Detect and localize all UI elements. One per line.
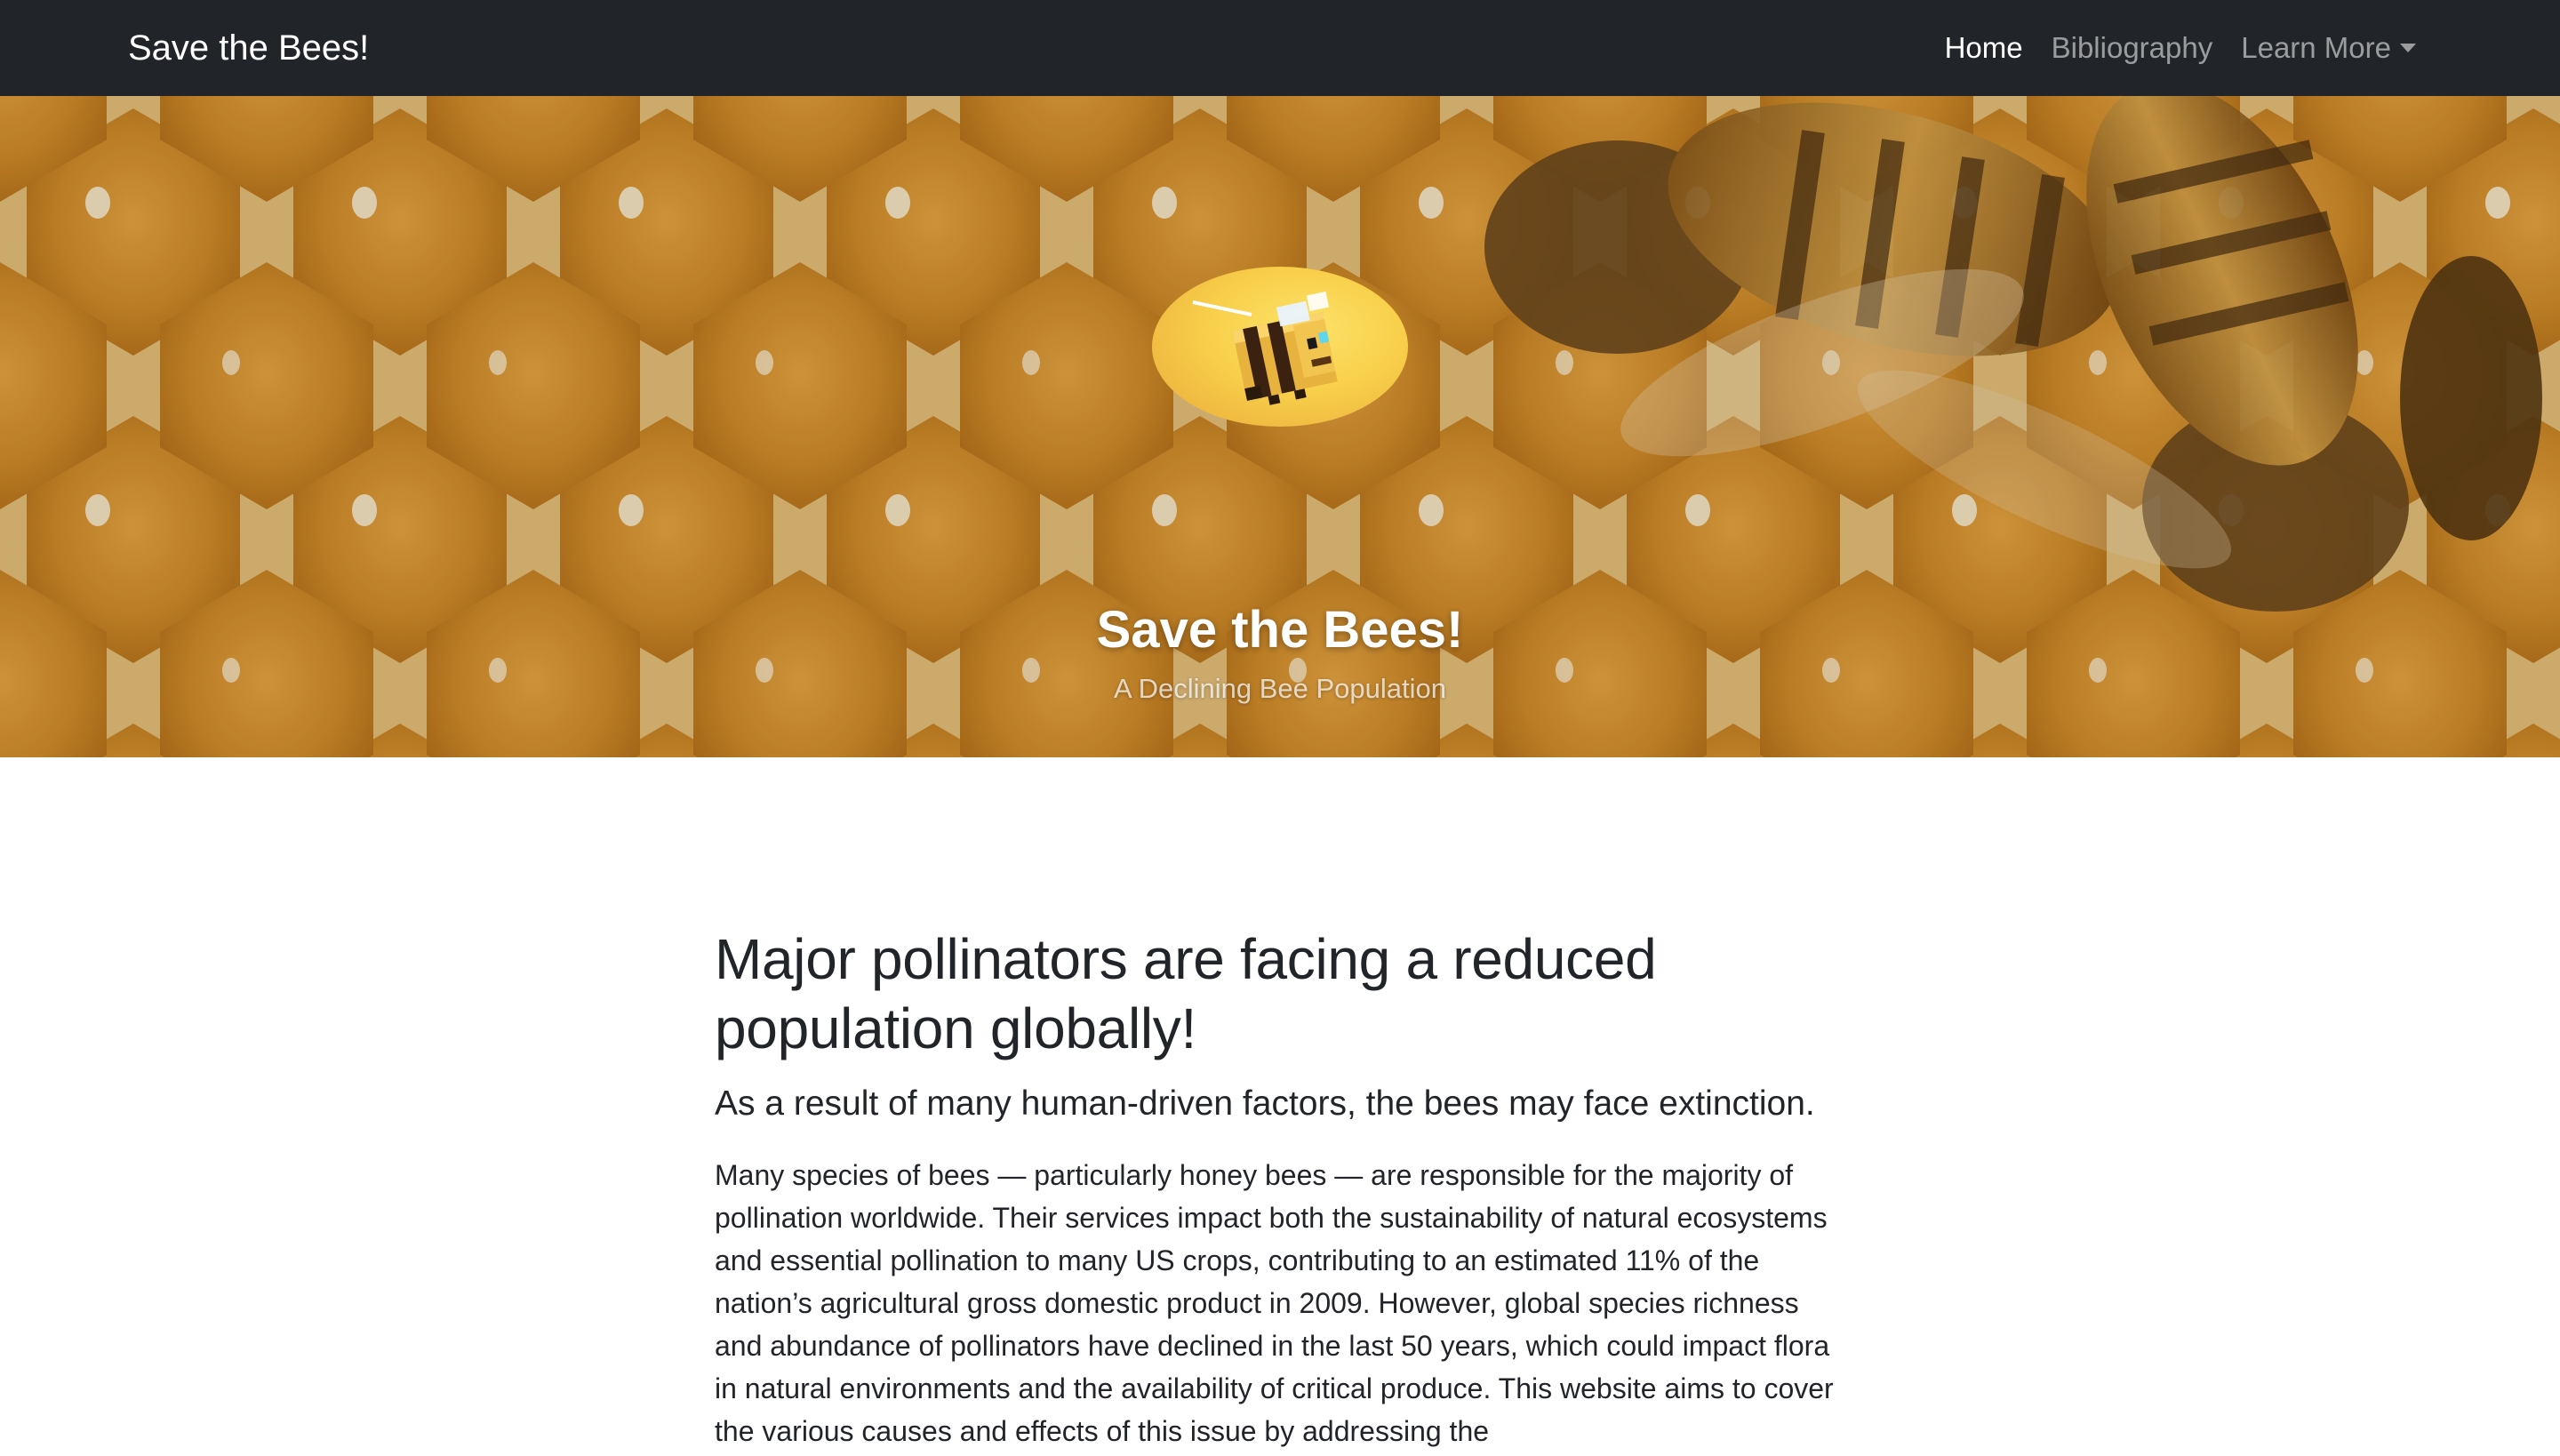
hero-banner: Save the Bees! A Declining Bee Populatio… <box>0 96 2560 757</box>
hero-title: Save the Bees! <box>1096 600 1464 659</box>
bee-logo-image <box>1152 267 1408 427</box>
main-content: Major pollinators are facing a reduced p… <box>715 924 1845 1452</box>
nav-link-home[interactable]: Home <box>1945 23 2023 73</box>
nav-link-bibliography[interactable]: Bibliography <box>2052 23 2213 73</box>
main-headline: Major pollinators are facing a reduced p… <box>715 927 1657 1060</box>
lead-text: As a result of many human-driven factors… <box>715 1084 1815 1123</box>
nav-dropdown-label: Learn More <box>2241 31 2391 64</box>
pixel-bee-icon <box>1192 291 1338 405</box>
nav-links: Home Bibliography Learn More <box>1945 23 2416 73</box>
caret-down-icon <box>2400 44 2416 52</box>
nav-dropdown-learn-more[interactable]: Learn More <box>2241 23 2416 73</box>
navbar-brand[interactable]: Save the Bees! <box>128 23 369 73</box>
intro-paragraph: Many species of bees — particularly hone… <box>715 1159 1834 1447</box>
navbar: Save the Bees! Home Bibliography Learn M… <box>0 0 2560 96</box>
hero-subtitle: A Declining Bee Population <box>1114 673 1446 704</box>
